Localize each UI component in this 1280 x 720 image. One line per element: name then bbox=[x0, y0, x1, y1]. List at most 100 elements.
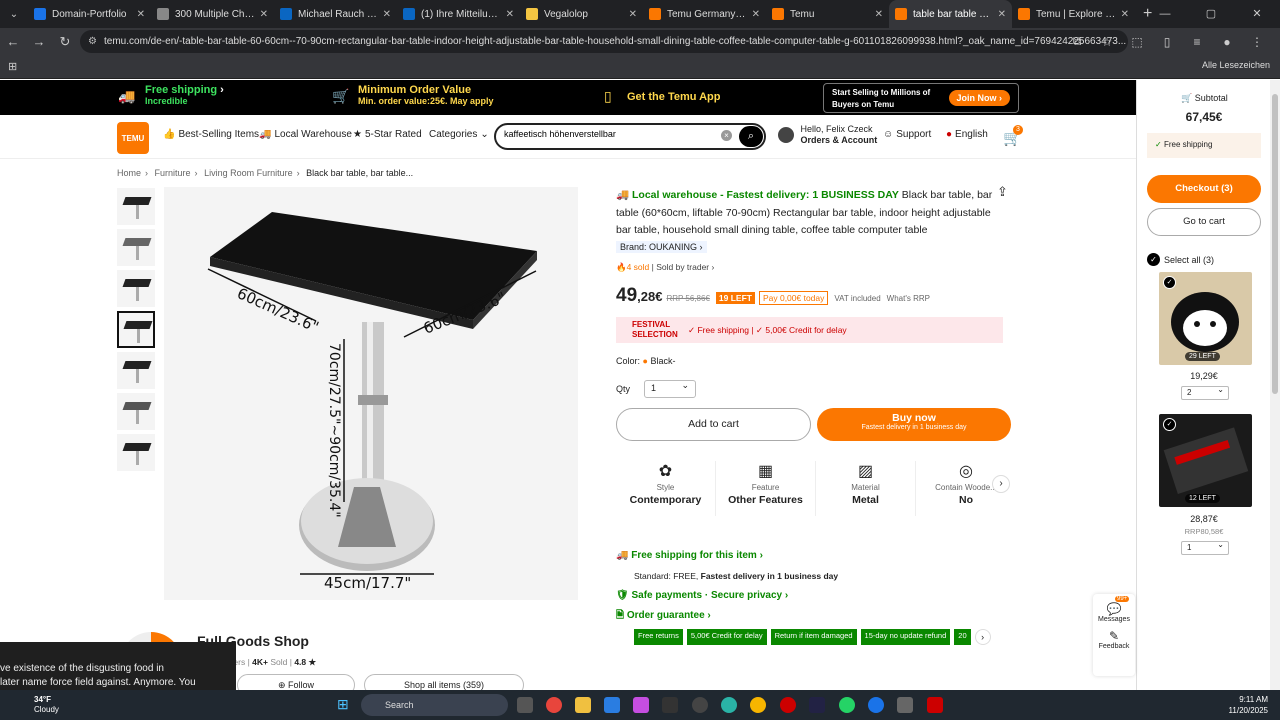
thumbnail[interactable] bbox=[117, 393, 155, 430]
close-tab-icon[interactable]: ✕ bbox=[260, 9, 268, 20]
whatsapp-icon[interactable] bbox=[839, 697, 855, 713]
app-icon[interactable] bbox=[809, 697, 825, 713]
item-qty-select[interactable]: 1 bbox=[1181, 540, 1229, 555]
all-bookmarks[interactable]: Alle Lesezeichen bbox=[1202, 60, 1270, 70]
scroll-thumb[interactable] bbox=[1272, 94, 1278, 394]
cart-item-image[interactable]: ✓ 29 LEFT bbox=[1159, 272, 1252, 365]
free-shipping-promo[interactable]: Free shipping › Incredible bbox=[145, 84, 224, 106]
cart-button[interactable]: 🛒 3 bbox=[1003, 125, 1025, 147]
bookmark-star-icon[interactable]: ☆ bbox=[1092, 35, 1122, 49]
add-to-cart-button[interactable]: Add to cart bbox=[616, 408, 811, 441]
back-icon[interactable]: ← bbox=[0, 34, 26, 49]
browser-tab[interactable]: Temu ✕ bbox=[766, 0, 889, 28]
site-info-icon[interactable]: ⚙ bbox=[88, 30, 97, 53]
temu-logo[interactable]: TEMU bbox=[117, 122, 149, 154]
close-tab-icon[interactable]: ✕ bbox=[875, 9, 883, 20]
close-tab-icon[interactable]: ✕ bbox=[998, 9, 1006, 20]
account-menu[interactable]: Hello, Felix Czeck Orders & Account bbox=[778, 124, 877, 146]
file-explorer-icon[interactable] bbox=[575, 697, 591, 713]
install-icon[interactable]: ⧉ bbox=[1062, 34, 1092, 49]
close-tab-icon[interactable]: ✕ bbox=[137, 9, 145, 20]
clear-search-icon[interactable]: × bbox=[721, 130, 732, 141]
browser-tab[interactable]: Michael Rauch | Linke ✕ bbox=[274, 0, 397, 28]
chrome-icon[interactable] bbox=[546, 697, 562, 713]
close-window-button[interactable]: ✕ bbox=[1234, 0, 1280, 28]
page-scrollbar[interactable] bbox=[1270, 80, 1280, 690]
support-link[interactable]: ☺ Support bbox=[883, 129, 931, 140]
browser-tab[interactable]: 300 Multiple Choices ✕ bbox=[151, 0, 274, 28]
browser-tab[interactable]: table bar table 60 60 ✕ bbox=[889, 0, 1012, 28]
app-icon[interactable] bbox=[750, 697, 766, 713]
feedback-icon[interactable]: ✎ bbox=[1093, 629, 1135, 643]
item-checkbox[interactable]: ✓ bbox=[1163, 418, 1176, 431]
crumb-home[interactable]: Home bbox=[117, 168, 141, 178]
tab-search-icon[interactable]: ⌄ bbox=[0, 0, 28, 28]
free-shipping-link[interactable]: 🚚 Free shipping for this item › bbox=[616, 546, 838, 566]
start-icon[interactable]: ⊞ bbox=[337, 696, 349, 713]
maximize-button[interactable]: ▢ bbox=[1188, 0, 1234, 28]
brand-link[interactable]: Brand: OUKANING › bbox=[616, 241, 707, 253]
thumbnail[interactable] bbox=[117, 434, 155, 471]
close-tab-icon[interactable]: ✕ bbox=[506, 9, 514, 20]
close-tab-icon[interactable]: ✕ bbox=[752, 9, 760, 20]
buy-now-button[interactable]: Buy now Fastest delivery in 1 business d… bbox=[817, 408, 1011, 441]
app-icon[interactable] bbox=[868, 697, 884, 713]
sell-banner[interactable]: Start Selling to Millions of Buyers on T… bbox=[823, 83, 1019, 113]
opera-icon[interactable] bbox=[780, 697, 796, 713]
qty-select[interactable]: 1 bbox=[644, 380, 697, 398]
search-button[interactable]: ⌕ bbox=[739, 126, 763, 147]
reload-icon[interactable]: ↻ bbox=[52, 34, 78, 50]
cart-item-image[interactable]: ✓ 12 LEFT bbox=[1159, 414, 1252, 507]
share-icon[interactable]: ⇪ bbox=[997, 184, 1008, 200]
search-input[interactable] bbox=[504, 129, 714, 139]
order-guarantee-link[interactable]: 🗎 Order guarantee › bbox=[616, 606, 838, 626]
nav-five-star[interactable]: ★ 5-Star Rated bbox=[353, 129, 422, 140]
edge-icon[interactable] bbox=[721, 697, 737, 713]
minimize-button[interactable]: — bbox=[1142, 0, 1188, 28]
messages-icon[interactable]: 💬 99+ bbox=[1093, 596, 1135, 616]
nav-categories[interactable]: Categories ⌄ bbox=[429, 129, 492, 140]
app-icon[interactable] bbox=[692, 697, 708, 713]
messages-label[interactable]: Messages bbox=[1093, 616, 1135, 623]
pay-later-badge[interactable]: Pay 0,00€ today bbox=[758, 291, 829, 305]
attributes-next-button[interactable]: › bbox=[992, 475, 1010, 493]
main-product-image[interactable]: 60cm/23.6" 60cm/23.6" 70cm/27.5"~90cm/35… bbox=[164, 187, 578, 600]
task-view-icon[interactable] bbox=[517, 697, 533, 713]
item-checkbox[interactable]: ✓ bbox=[1163, 276, 1176, 289]
app-icon[interactable] bbox=[633, 697, 649, 713]
store-icon[interactable] bbox=[604, 697, 620, 713]
color-value[interactable]: Black- bbox=[650, 356, 675, 366]
apps-icon[interactable]: ⊞ bbox=[8, 60, 17, 73]
browser-tab[interactable]: Vegalolop ✕ bbox=[520, 0, 643, 28]
thumbnail[interactable] bbox=[117, 188, 155, 225]
taskbar-search[interactable]: Search bbox=[361, 694, 508, 716]
tags-next-button[interactable]: › bbox=[974, 629, 991, 645]
app-icon[interactable] bbox=[662, 697, 678, 713]
close-tab-icon[interactable]: ✕ bbox=[383, 9, 391, 20]
language-selector[interactable]: ● English bbox=[946, 129, 988, 140]
crumb-living-room[interactable]: Living Room Furniture bbox=[204, 168, 293, 178]
feedback-label[interactable]: Feedback bbox=[1093, 643, 1135, 650]
thumbnail[interactable] bbox=[117, 352, 155, 389]
go-to-cart-button[interactable]: Go to cart bbox=[1147, 208, 1261, 236]
media-icon[interactable]: ≡ bbox=[1182, 35, 1212, 49]
close-tab-icon[interactable]: ✕ bbox=[629, 9, 637, 20]
forward-icon[interactable]: → bbox=[26, 34, 52, 49]
url-bar[interactable]: ⚙ temu.com/de-en/-table-bar-table-60-60c… bbox=[80, 30, 1128, 53]
join-now-button[interactable]: Join Now › bbox=[948, 90, 1010, 106]
browser-tab[interactable]: Temu | Explore the La ✕ bbox=[1012, 0, 1135, 28]
thumbnail-selected[interactable] bbox=[117, 311, 155, 348]
get-app-link[interactable]: Get the Temu App bbox=[627, 91, 721, 103]
browser-tab[interactable]: Domain-Portfolio ✕ bbox=[28, 0, 151, 28]
browser-tab[interactable]: Temu Germany | Exp ✕ bbox=[643, 0, 766, 28]
select-all[interactable]: ✓ Select all (3) bbox=[1147, 253, 1214, 266]
clock[interactable]: 9:11 AM 11/20/2025 bbox=[1229, 694, 1268, 716]
thumbnail[interactable] bbox=[117, 270, 155, 307]
sidebar-icon[interactable]: ▯ bbox=[1152, 35, 1182, 49]
sold-by[interactable]: Sold by trader bbox=[656, 262, 709, 272]
filezilla-icon[interactable] bbox=[927, 697, 943, 713]
settings-icon[interactable] bbox=[897, 697, 913, 713]
menu-icon[interactable]: ⋮ bbox=[1242, 35, 1272, 49]
weather-widget[interactable]: 34°F Cloudy bbox=[14, 695, 59, 715]
whats-rrp-link[interactable]: What's RRP bbox=[887, 294, 930, 303]
